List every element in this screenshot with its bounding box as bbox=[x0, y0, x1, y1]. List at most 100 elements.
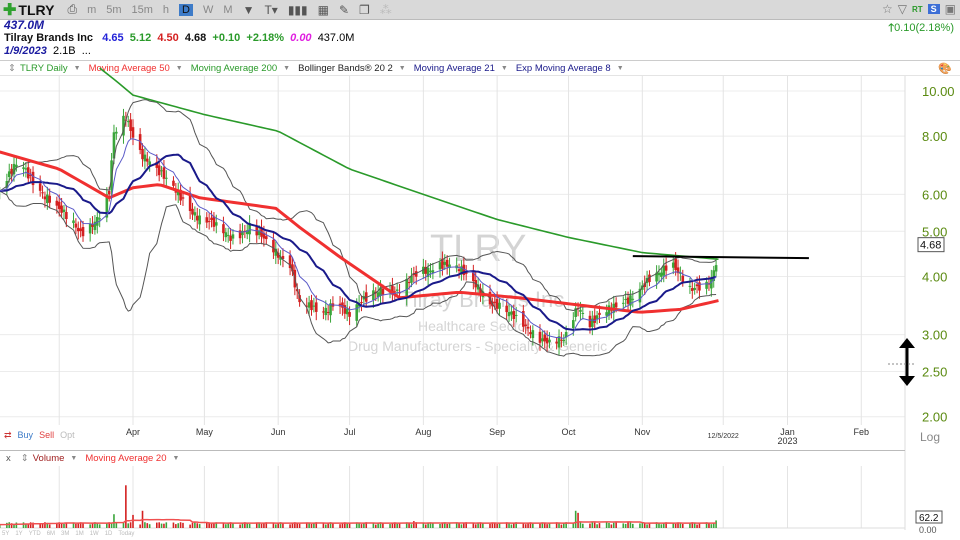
range-1w[interactable]: 1W bbox=[90, 531, 99, 537]
volume-bar bbox=[524, 524, 527, 528]
candle-body bbox=[226, 234, 230, 236]
volume-indicator[interactable]: Volume bbox=[33, 453, 65, 464]
candle-body bbox=[57, 201, 61, 209]
options-button[interactable]: Opt bbox=[60, 430, 75, 441]
candle-body bbox=[657, 272, 661, 276]
sell-button[interactable]: Sell bbox=[39, 430, 54, 441]
candle-body bbox=[695, 284, 699, 287]
volume-bar bbox=[605, 522, 608, 528]
volume-bar bbox=[98, 524, 101, 528]
candle-body bbox=[55, 200, 59, 206]
candle-body bbox=[222, 224, 225, 234]
candle-body bbox=[191, 208, 194, 215]
volume-bar bbox=[539, 523, 541, 528]
volume-bar bbox=[110, 523, 113, 528]
candle-body bbox=[143, 154, 147, 162]
x-tick-label: Jun bbox=[271, 427, 286, 437]
candle-body bbox=[74, 223, 78, 228]
range-ytd[interactable]: YTD bbox=[29, 531, 41, 537]
volume-bar bbox=[246, 523, 249, 528]
range-6m[interactable]: 6M bbox=[47, 531, 55, 537]
candle-body bbox=[507, 312, 511, 317]
candle-body bbox=[407, 282, 411, 284]
chevron-down-icon[interactable]: ▼ bbox=[70, 455, 77, 462]
candle-body bbox=[141, 148, 144, 160]
volume-bar bbox=[589, 523, 591, 528]
y-tick-label: 10.00 bbox=[922, 84, 955, 99]
buy-button[interactable]: Buy bbox=[18, 430, 34, 441]
volume-bar bbox=[332, 523, 334, 528]
volume-bar bbox=[410, 524, 413, 528]
volume-bar bbox=[289, 524, 291, 528]
range-3m[interactable]: 3M bbox=[61, 531, 69, 537]
close-volume-button[interactable]: x bbox=[6, 453, 11, 464]
candle-body bbox=[181, 197, 185, 199]
volume-bar bbox=[158, 522, 160, 528]
candle-body bbox=[543, 334, 547, 342]
volume-bar bbox=[156, 522, 158, 528]
candle-body bbox=[560, 339, 563, 341]
trade-icon[interactable]: ⇄ bbox=[4, 430, 12, 441]
x-tick-label: Feb bbox=[854, 427, 870, 437]
volume-bar bbox=[210, 523, 213, 528]
candle-body bbox=[395, 289, 399, 291]
candle-body bbox=[126, 121, 130, 123]
volume-ma-indicator[interactable]: Moving Average 20 bbox=[85, 453, 166, 464]
candle-body bbox=[660, 272, 663, 277]
volume-bar bbox=[689, 523, 691, 528]
trendline bbox=[632, 255, 809, 260]
volume-bar bbox=[548, 523, 551, 528]
volume-bar bbox=[646, 524, 648, 528]
range-5y[interactable]: 5Y bbox=[2, 531, 9, 537]
range-1d[interactable]: 1D bbox=[105, 531, 113, 537]
candle-body bbox=[162, 167, 166, 179]
candle-body bbox=[593, 315, 597, 323]
volume-bar bbox=[191, 522, 194, 528]
volume-bar bbox=[144, 522, 146, 528]
candle-body bbox=[360, 301, 363, 303]
candle-body bbox=[714, 265, 718, 272]
candle-body bbox=[48, 195, 51, 203]
volume-bar bbox=[182, 522, 184, 528]
range-today[interactable]: Today bbox=[118, 531, 134, 537]
volume-bar bbox=[139, 524, 141, 528]
resize-arrow-icon[interactable] bbox=[899, 338, 915, 386]
candle-body bbox=[215, 222, 218, 226]
volume-bar bbox=[489, 523, 491, 528]
drag-handle-icon[interactable]: ⇕ bbox=[21, 453, 29, 464]
volume-bar bbox=[179, 522, 182, 528]
x-tick-label: Aug bbox=[415, 427, 431, 437]
y-tick-label: 8.00 bbox=[922, 129, 947, 144]
ma200-line bbox=[99, 67, 719, 261]
volume-bar bbox=[715, 520, 717, 528]
volume-bar bbox=[522, 523, 525, 528]
volume-bar bbox=[132, 514, 134, 528]
candle-body bbox=[443, 261, 447, 265]
arrow-up-head bbox=[899, 338, 915, 348]
volume-bar bbox=[194, 522, 196, 528]
volume-bar bbox=[22, 522, 25, 528]
range-1m[interactable]: 1M bbox=[75, 531, 83, 537]
volume-bar bbox=[127, 523, 130, 528]
x-tick-label: Nov bbox=[634, 427, 651, 437]
volume-bar bbox=[432, 523, 434, 528]
candle-body bbox=[626, 297, 630, 304]
volume-bar bbox=[248, 523, 251, 528]
x-tick-label: 12/5/2022 bbox=[708, 433, 739, 440]
volume-bar bbox=[439, 523, 441, 528]
volume-bar bbox=[546, 524, 548, 528]
candle-body bbox=[624, 299, 627, 301]
log-scale-toggle[interactable]: Log bbox=[920, 430, 940, 444]
volume-bar bbox=[424, 524, 427, 528]
chevron-down-icon[interactable]: ▼ bbox=[173, 455, 180, 462]
volume-bar bbox=[39, 524, 41, 528]
candle-body bbox=[598, 312, 601, 315]
volume-bar bbox=[593, 522, 596, 528]
ma50-line bbox=[0, 150, 719, 314]
volume-bar bbox=[582, 523, 584, 528]
candle-body bbox=[529, 332, 532, 335]
candle-body bbox=[538, 331, 542, 343]
candle-body bbox=[581, 312, 585, 314]
range-1y[interactable]: 1Y bbox=[15, 531, 22, 537]
volume-bar bbox=[382, 523, 384, 528]
